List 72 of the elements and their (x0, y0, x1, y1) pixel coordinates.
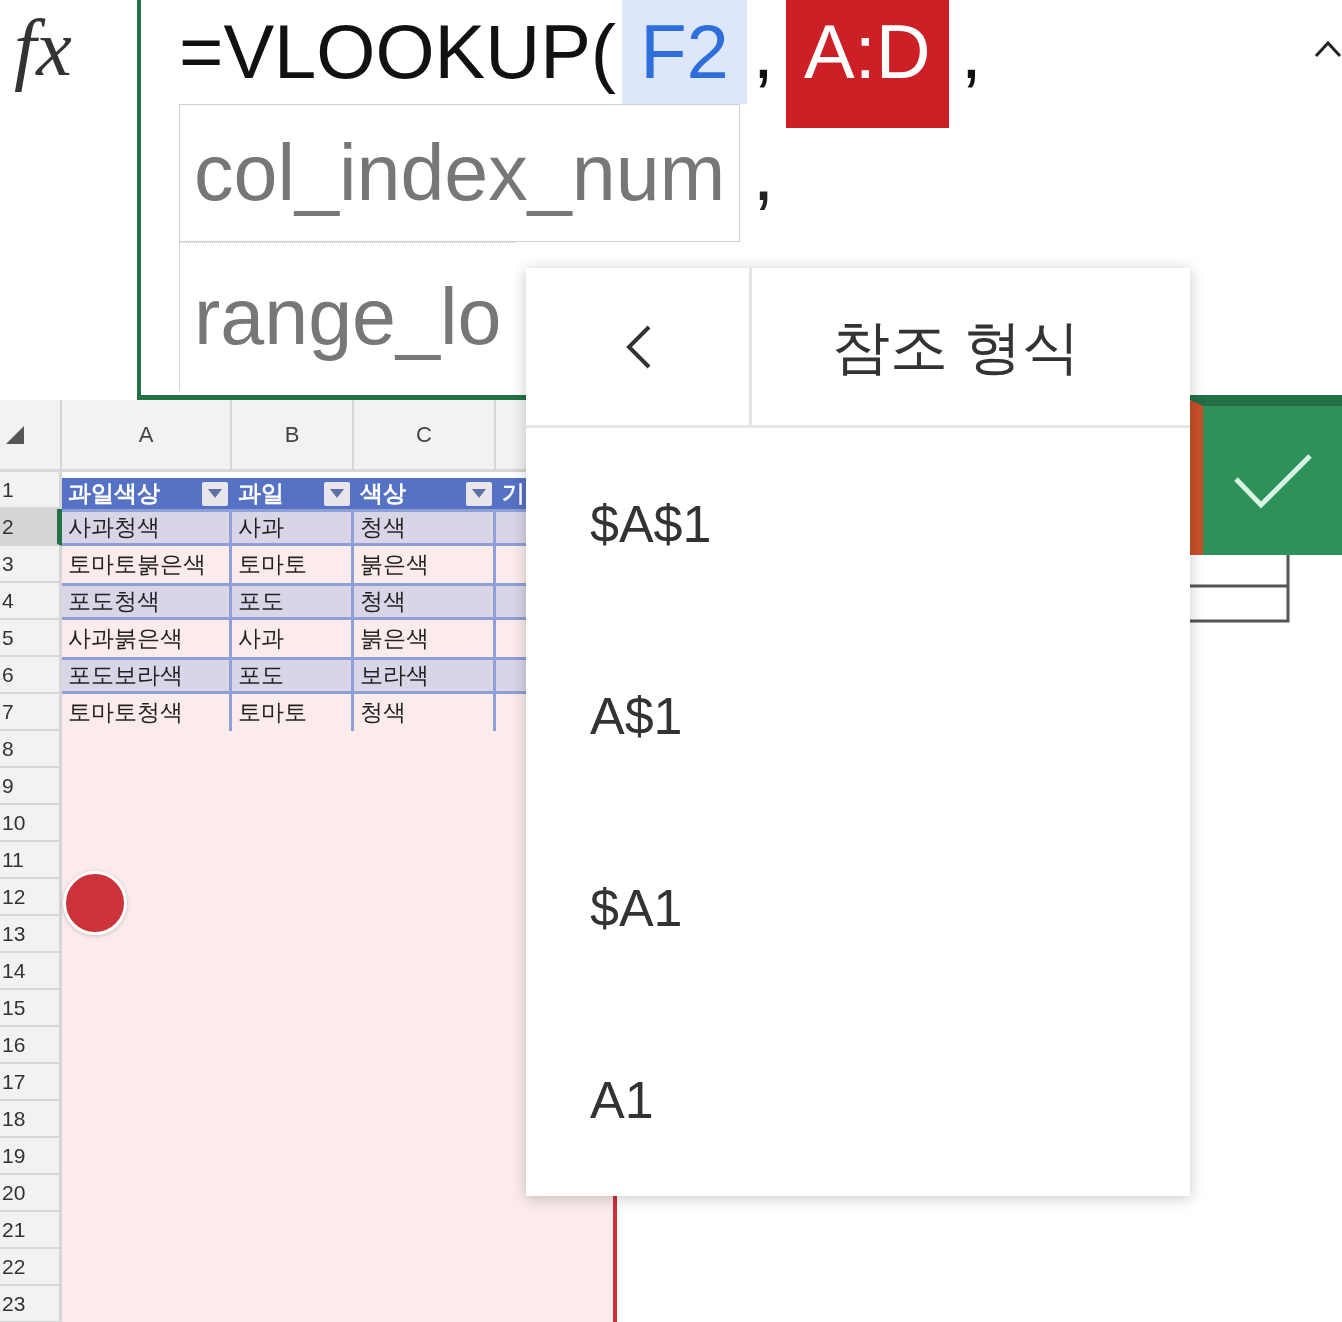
table-cell: 사과청색 (62, 509, 232, 546)
menu-item[interactable]: $A$1 (526, 428, 1190, 620)
comma-separator: , (960, 8, 982, 96)
collapse-icon[interactable] (1314, 40, 1342, 58)
table-cell: 포도보라색 (62, 657, 232, 694)
table-cell: 포도청색 (62, 583, 232, 620)
select-all-icon[interactable] (6, 425, 24, 444)
row-header[interactable]: 13 (0, 916, 62, 953)
row-header[interactable]: 10 (0, 805, 62, 842)
row-header[interactable]: 7 (0, 694, 62, 731)
row-header[interactable]: 9 (0, 768, 62, 805)
table-cell: 토마토청색 (62, 694, 232, 731)
header-label: 색상 (360, 479, 406, 509)
row-header[interactable]: 2 (0, 509, 62, 546)
menu-title: 참조 형식 (830, 313, 1082, 381)
argument-field[interactable]: col_index_num (179, 104, 741, 242)
table-cell: 청색 (354, 509, 496, 546)
row-header[interactable]: 20 (0, 1175, 62, 1212)
table-cell: 사과붉은색 (62, 620, 232, 657)
menu-item[interactable]: A1 (526, 1004, 1190, 1196)
caret-icon (208, 489, 222, 498)
table-cell: 포도 (232, 657, 354, 694)
column-header[interactable]: C (354, 400, 496, 472)
cell-reference: F2 (622, 0, 747, 104)
row-header[interactable]: 22 (0, 1249, 62, 1286)
row-header[interactable]: 15 (0, 990, 62, 1027)
argument-field[interactable]: range_lo (179, 242, 516, 391)
row-header[interactable]: 6 (0, 657, 62, 694)
table-cell: 청색 (354, 694, 496, 731)
confirm-button[interactable] (1190, 400, 1342, 555)
table-cell: 청색 (354, 583, 496, 620)
table-cell: 사과 (232, 509, 354, 546)
table-cell: 붉은색 (354, 546, 496, 583)
header-label: 과일 (238, 479, 284, 509)
filter-dropdown[interactable] (202, 481, 228, 506)
range-reference: A:D (786, 0, 949, 128)
table-cell: 포도 (232, 583, 354, 620)
row-header[interactable]: 23 (0, 1286, 62, 1322)
menu-item[interactable]: A$1 (526, 620, 1190, 812)
table-cell: 토마토 (232, 546, 354, 583)
row-header[interactable]: 21 (0, 1212, 62, 1249)
filter-dropdown[interactable] (466, 481, 492, 506)
check-icon (1232, 452, 1313, 509)
header-label: 기 (502, 479, 525, 509)
table-cell: 토마토붉은색 (62, 546, 232, 583)
table-cell: 붉은색 (354, 620, 496, 657)
row-header[interactable]: 12 (0, 879, 62, 916)
function-label[interactable]: fx (14, 4, 72, 92)
table-cell: 사과 (232, 620, 354, 657)
table-cell: 보라색 (354, 657, 496, 694)
row-header[interactable]: 19 (0, 1138, 62, 1175)
column-header[interactable]: A (62, 400, 232, 472)
row-header[interactable]: 16 (0, 1027, 62, 1064)
column-header[interactable]: B (232, 400, 354, 472)
row-header[interactable]: 1 (0, 472, 62, 509)
menu-item[interactable]: $A1 (526, 812, 1190, 1004)
caret-icon (472, 489, 486, 498)
row-header[interactable]: 3 (0, 546, 62, 583)
row-header[interactable]: 8 (0, 731, 62, 768)
row-header[interactable]: 11 (0, 842, 62, 879)
comma-separator: , (751, 126, 775, 219)
table-cell: 토마토 (232, 694, 354, 731)
row-header[interactable]: 14 (0, 953, 62, 990)
filter-dropdown[interactable] (324, 481, 350, 506)
row-header[interactable]: 4 (0, 583, 62, 620)
row-header[interactable]: 17 (0, 1064, 62, 1101)
comma-separator: , (752, 8, 774, 96)
row-header[interactable]: 18 (0, 1101, 62, 1138)
header-label: 과일색상 (68, 479, 160, 509)
caret-icon (330, 489, 344, 498)
row-header[interactable]: 5 (0, 620, 62, 657)
formula-text: =VLOOKUP( (179, 8, 617, 96)
